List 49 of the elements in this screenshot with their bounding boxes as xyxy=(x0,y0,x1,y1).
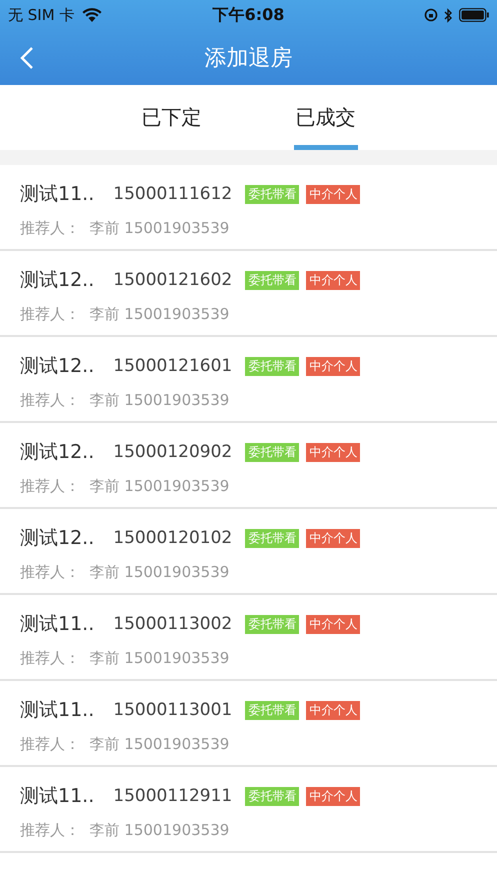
referrer-text: 推荐人： 李前 15001903539 xyxy=(20,563,230,582)
wifi-icon xyxy=(82,8,102,22)
tag: 委托带看 xyxy=(245,270,300,290)
tag: 中介个人 xyxy=(306,786,360,806)
tag: 中介个人 xyxy=(306,270,360,290)
tag: 中介个人 xyxy=(306,184,360,204)
client-name: 测试12.. xyxy=(20,268,94,293)
phone-number: 15000113002 xyxy=(113,614,232,634)
back-icon[interactable] xyxy=(20,46,34,70)
client-name: 测试12.. xyxy=(20,354,94,379)
phone-number: 15000113001 xyxy=(113,700,232,720)
tag: 中介个人 xyxy=(306,700,360,720)
referrer-text: 推荐人： 李前 15001903539 xyxy=(20,649,230,668)
tag: 中介个人 xyxy=(306,442,360,462)
client-name: 测试12.. xyxy=(20,440,94,465)
phone-number: 15000111612 xyxy=(113,184,232,204)
battery-icon xyxy=(458,8,489,22)
tag: 委托带看 xyxy=(245,528,300,548)
phone-number: 15000121602 xyxy=(113,270,232,290)
phone-number: 15000112911 xyxy=(113,786,232,806)
referrer-text: 推荐人： 李前 15001903539 xyxy=(20,821,230,840)
page-title: 添加退房 xyxy=(204,44,292,72)
carrier-text: 无 SIM 卡 xyxy=(8,6,74,24)
phone-number: 15000121601 xyxy=(113,356,232,376)
client-name: 测试11.. xyxy=(20,698,94,723)
referrer-text: 推荐人： 李前 15001903539 xyxy=(20,219,230,238)
rotation-lock-icon xyxy=(424,8,438,22)
tag: 委托带看 xyxy=(245,614,300,634)
tag: 中介个人 xyxy=(306,528,360,548)
clock-text: 下午6:08 xyxy=(212,4,284,26)
referrer-text: 推荐人： 李前 15001903539 xyxy=(20,305,230,324)
referrer-text: 推荐人： 李前 15001903539 xyxy=(20,735,230,754)
client-name: 测试11.. xyxy=(20,182,94,207)
client-name: 测试11.. xyxy=(20,784,94,809)
tag: 中介个人 xyxy=(306,614,360,634)
tag: 委托带看 xyxy=(245,700,300,720)
tag: 委托带看 xyxy=(245,786,300,806)
phone-number: 15000120902 xyxy=(113,442,232,462)
tab[interactable]: 已下定 xyxy=(140,85,204,150)
client-name: 测试12.. xyxy=(20,526,94,551)
tag: 中介个人 xyxy=(306,356,360,376)
client-name: 测试11.. xyxy=(20,612,94,637)
bluetooth-icon xyxy=(444,8,453,22)
referrer-text: 推荐人： 李前 15001903539 xyxy=(20,477,230,496)
tag: 委托带看 xyxy=(245,356,300,376)
tag: 委托带看 xyxy=(245,184,300,204)
referrer-text: 推荐人： 李前 15001903539 xyxy=(20,391,230,410)
tag: 委托带看 xyxy=(245,442,300,462)
phone-number: 15000120102 xyxy=(113,528,232,548)
